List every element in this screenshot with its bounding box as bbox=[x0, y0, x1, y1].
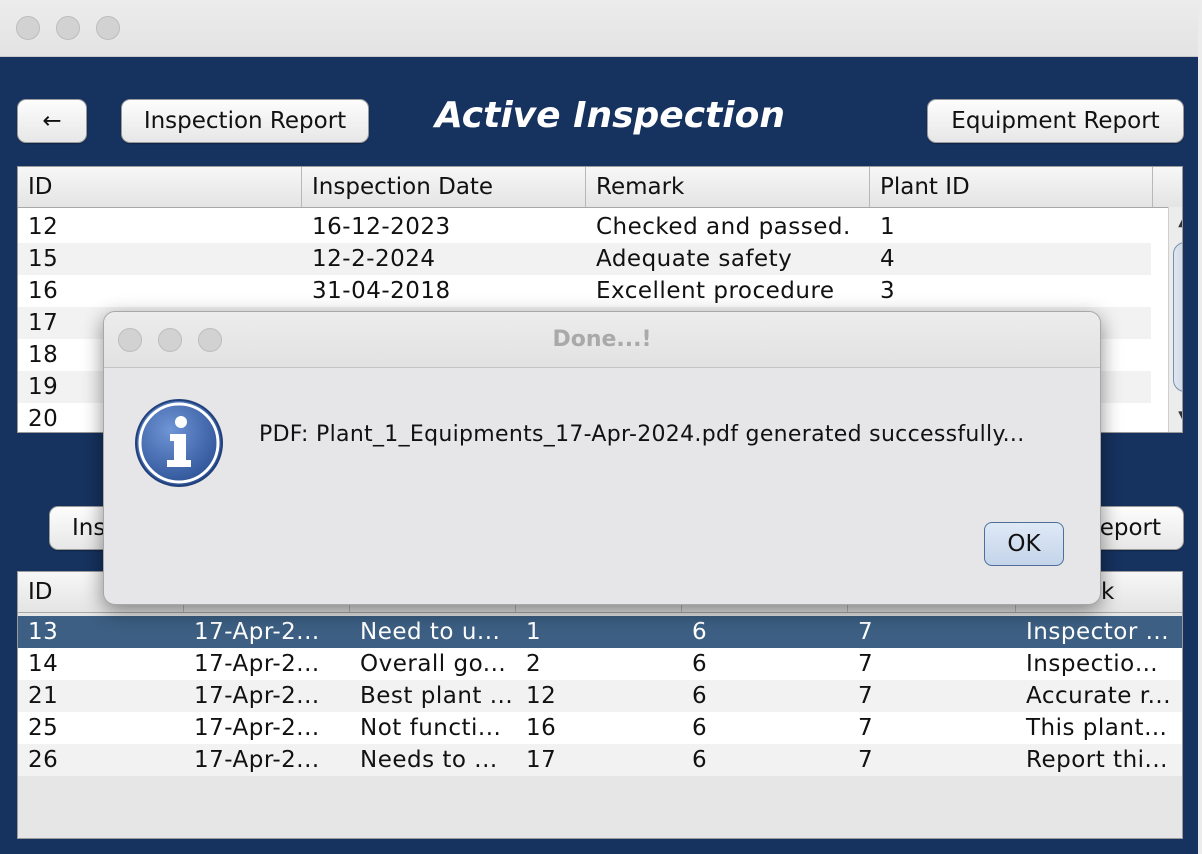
cell-remark: Checked and passed. bbox=[596, 214, 851, 240]
table-cell: 7 bbox=[858, 619, 874, 645]
table-cell: 17-Apr-2... bbox=[194, 651, 320, 677]
table-cell: Overall go... bbox=[360, 651, 507, 677]
scroll-thumb[interactable] bbox=[1173, 242, 1182, 392]
cell-inspection-date: 12-2-2024 bbox=[312, 246, 436, 272]
table-row[interactable]: 21 17-Apr-2... Best plant ... 12 6 7 Accurate … bbox=[18, 680, 1182, 712]
table-cell: 1 bbox=[526, 619, 542, 645]
table-cell: 26 bbox=[28, 747, 59, 773]
inspection-table-header: ID Inspection Date Remark Plant ID bbox=[18, 167, 1182, 208]
table-cell: 7 bbox=[858, 747, 874, 773]
column-header-corner bbox=[1153, 167, 1182, 207]
table-cell: 7 bbox=[858, 683, 874, 709]
table-cell: 16 bbox=[526, 715, 557, 741]
table-row[interactable]: 25 17-Apr-2... Not functi... 16 6 7 This plant… bbox=[18, 712, 1182, 744]
table-row[interactable]: 26 17-Apr-2... Needs to ... 17 6 7 Report thi.… bbox=[18, 744, 1182, 776]
cell-id: 15 bbox=[28, 246, 59, 272]
close-window-button[interactable] bbox=[16, 16, 40, 40]
table-cell: Need to u... bbox=[360, 619, 501, 645]
inspection-report-button[interactable]: Inspection Report bbox=[121, 99, 369, 143]
cell-remark: Adequate safety bbox=[596, 246, 793, 272]
table-cell: 6 bbox=[692, 683, 708, 709]
table-cell: 6 bbox=[692, 715, 708, 741]
table-row[interactable]: 16 31-04-2018 Excellent procedure 3 bbox=[18, 275, 1151, 307]
cell-plant-id: 1 bbox=[880, 214, 896, 240]
cell-inspection-date: 16-12-2023 bbox=[312, 214, 451, 240]
cell-remark: Excellent procedure bbox=[596, 278, 835, 304]
table-row[interactable]: 13 17-Apr-2... Need to u... 1 6 7 Inspector ..… bbox=[18, 616, 1182, 648]
column-header-plant-id[interactable]: Plant ID bbox=[870, 167, 1153, 207]
cell-id: 16 bbox=[28, 278, 59, 304]
equipment-table[interactable]: ID Remark 1317-Apr-2...Need to u...167In… bbox=[17, 571, 1183, 839]
table-cell: 17-Apr-2... bbox=[194, 619, 320, 645]
back-button[interactable]: ← bbox=[17, 99, 87, 143]
table-cell: Inspector ... bbox=[1026, 619, 1170, 645]
info-icon bbox=[135, 399, 223, 487]
column-header-id[interactable]: ID bbox=[18, 167, 302, 207]
done-dialog: Done...! PDF: Plant_1_Equipments_17-Apr-… bbox=[103, 311, 1101, 605]
cell-plant-id: 3 bbox=[880, 278, 896, 304]
cell-plant-id: 4 bbox=[880, 246, 896, 272]
page-title: Active Inspection bbox=[435, 95, 785, 136]
table-cell: Best plant ... bbox=[360, 683, 514, 709]
table-cell: 7 bbox=[858, 715, 874, 741]
table-cell: 14 bbox=[28, 651, 59, 677]
window-titlebar bbox=[0, 0, 1202, 57]
dialog-titlebar: Done...! bbox=[104, 312, 1100, 368]
table-cell: 17-Apr-2... bbox=[194, 715, 320, 741]
table-cell: 12 bbox=[526, 683, 557, 709]
table-row[interactable]: 14 17-Apr-2... Overall go... 2 6 7 Inspection.… bbox=[18, 648, 1182, 680]
table-cell: 17 bbox=[526, 747, 557, 773]
equipment-report-button[interactable]: Equipment Report bbox=[927, 99, 1184, 143]
table-cell: 7 bbox=[858, 651, 874, 677]
minimize-window-button[interactable] bbox=[56, 16, 80, 40]
table-cell: Accurate r... bbox=[1026, 683, 1172, 709]
scroll-down-arrow-icon[interactable]: ▼ bbox=[1169, 407, 1182, 428]
table-cell: 17-Apr-2... bbox=[194, 747, 320, 773]
ok-button[interactable]: OK bbox=[984, 522, 1064, 566]
table-cell: 2 bbox=[526, 651, 542, 677]
column-header-remark[interactable]: Remark bbox=[586, 167, 870, 207]
column-header-inspection-date[interactable]: Inspection Date bbox=[302, 167, 586, 207]
table-cell: Report thi... bbox=[1026, 747, 1168, 773]
table-cell: 17-Apr-2... bbox=[194, 683, 320, 709]
table-cell: This plant ... bbox=[1026, 715, 1172, 741]
table-cell: 13 bbox=[28, 619, 59, 645]
table-cell: Needs to ... bbox=[360, 747, 498, 773]
cell-id: 12 bbox=[28, 214, 59, 240]
table-cell: Not functi... bbox=[360, 715, 502, 741]
zoom-window-button[interactable] bbox=[96, 16, 120, 40]
cell-inspection-date: 31-04-2018 bbox=[312, 278, 451, 304]
dialog-title: Done...! bbox=[552, 327, 652, 352]
table-cell: 6 bbox=[692, 651, 708, 677]
table-cell: Inspection... bbox=[1026, 651, 1172, 677]
table-row[interactable]: 12 16-12-2023 Checked and passed. 1 bbox=[18, 211, 1151, 243]
window-edge bbox=[1198, 0, 1202, 854]
table-row[interactable]: 15 12-2-2024 Adequate safety 4 bbox=[18, 243, 1151, 275]
scroll-up-arrow-icon[interactable]: ▲ bbox=[1169, 209, 1182, 230]
table-cell: 6 bbox=[692, 619, 708, 645]
inspection-table-scrollbar[interactable]: ▲ ▼ bbox=[1168, 207, 1182, 432]
dialog-message: PDF: Plant_1_Equipments_17-Apr-2024.pdf … bbox=[259, 422, 1025, 447]
table-cell: 25 bbox=[28, 715, 59, 741]
table-cell: 6 bbox=[692, 747, 708, 773]
table-cell: 21 bbox=[28, 683, 59, 709]
